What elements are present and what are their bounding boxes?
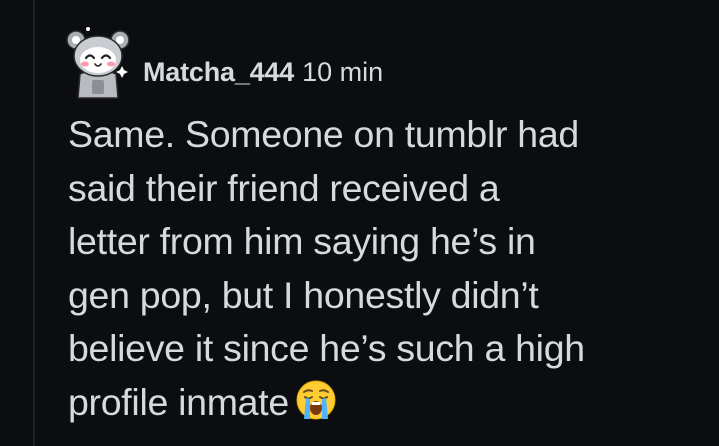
comment-body-text: Same. Someone on tumblr had said their f… (68, 113, 585, 423)
comment-body-container: Same. Someone on tumblr had said their f… (68, 108, 708, 429)
comment-header: Matcha_444 10 min (143, 54, 383, 90)
thread-line[interactable] (33, 0, 35, 446)
comment-screen: Matcha_444 10 min Same. Someone on tumbl… (0, 0, 719, 446)
author-username[interactable]: Matcha_444 (143, 57, 294, 88)
loudly-crying-face-icon (295, 379, 337, 421)
snoo-avatar-icon[interactable] (66, 22, 130, 100)
comment-timestamp: 10 min (302, 56, 384, 87)
